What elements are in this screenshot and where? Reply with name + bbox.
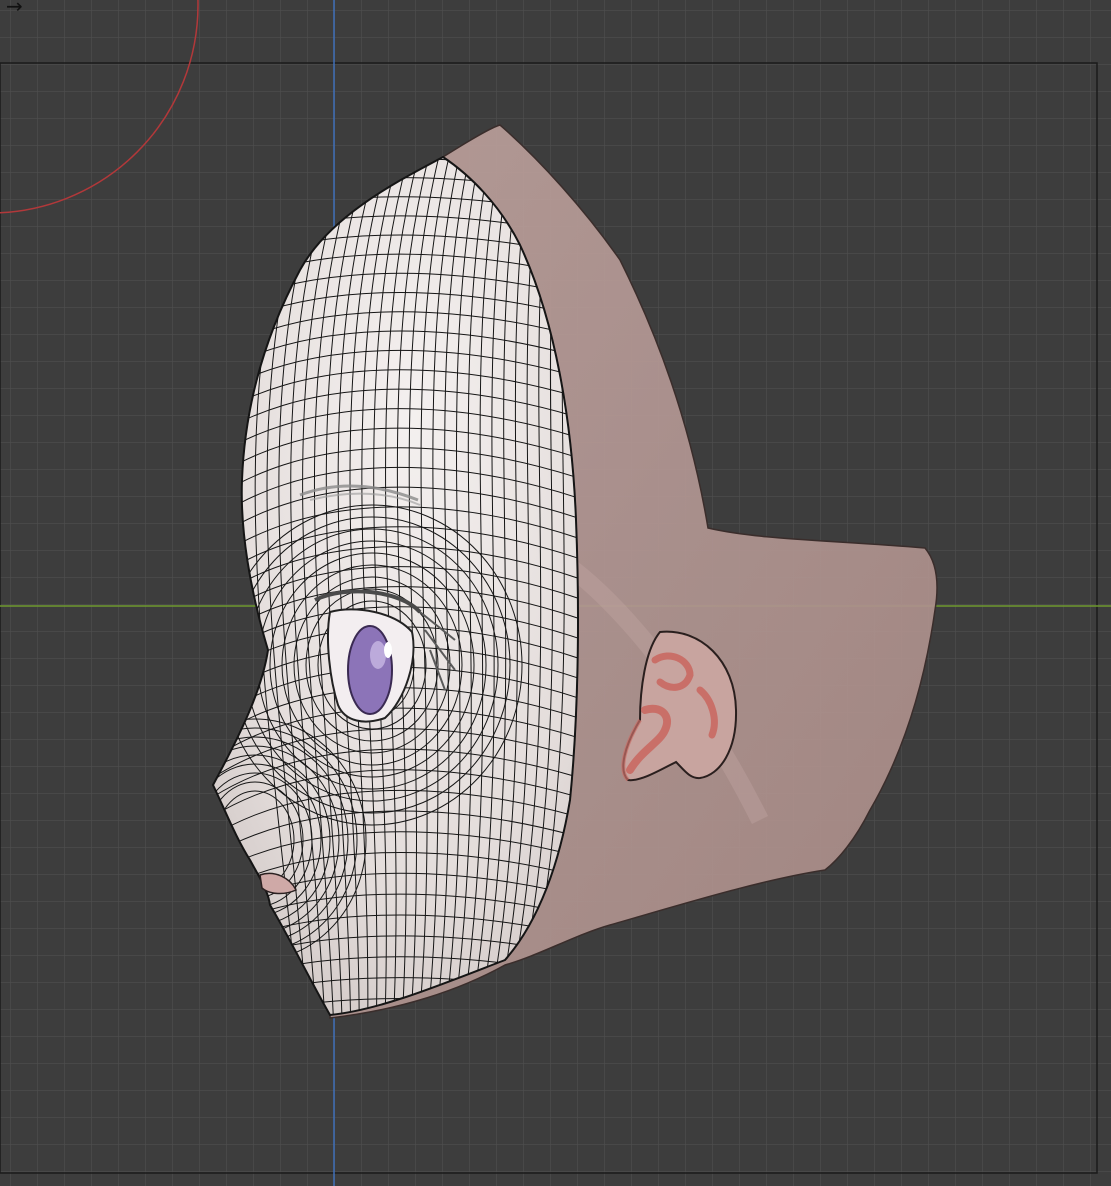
3d-viewport[interactable]: →: [0, 0, 1111, 1186]
navigation-gizmo-circle[interactable]: [0, 0, 199, 214]
arrow-right-icon[interactable]: →: [6, 0, 23, 16]
viewport-scene: [0, 0, 1111, 1186]
